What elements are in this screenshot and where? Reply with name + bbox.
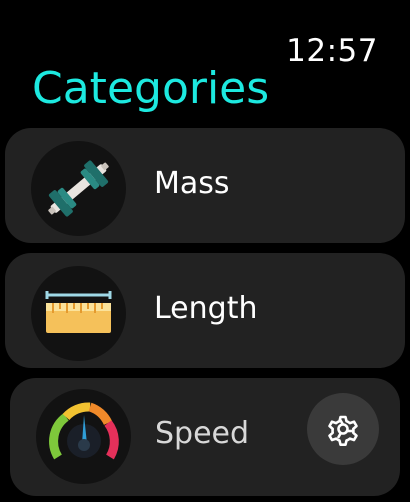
ruler-icon <box>31 266 126 361</box>
category-label-mass: Mass <box>154 166 230 201</box>
category-row-length[interactable]: Length <box>5 253 405 368</box>
dumbbell-icon <box>31 141 126 236</box>
category-row-mass[interactable]: Mass <box>5 128 405 243</box>
category-row-speed[interactable]: Speed <box>10 378 400 496</box>
category-label-length: Length <box>154 291 258 326</box>
settings-button[interactable] <box>307 393 379 465</box>
gear-icon <box>328 415 358 446</box>
status-time: 12:57 <box>286 33 378 69</box>
category-label-speed: Speed <box>155 416 250 451</box>
speedometer-icon <box>36 389 131 484</box>
page-title: Categories <box>32 63 270 114</box>
